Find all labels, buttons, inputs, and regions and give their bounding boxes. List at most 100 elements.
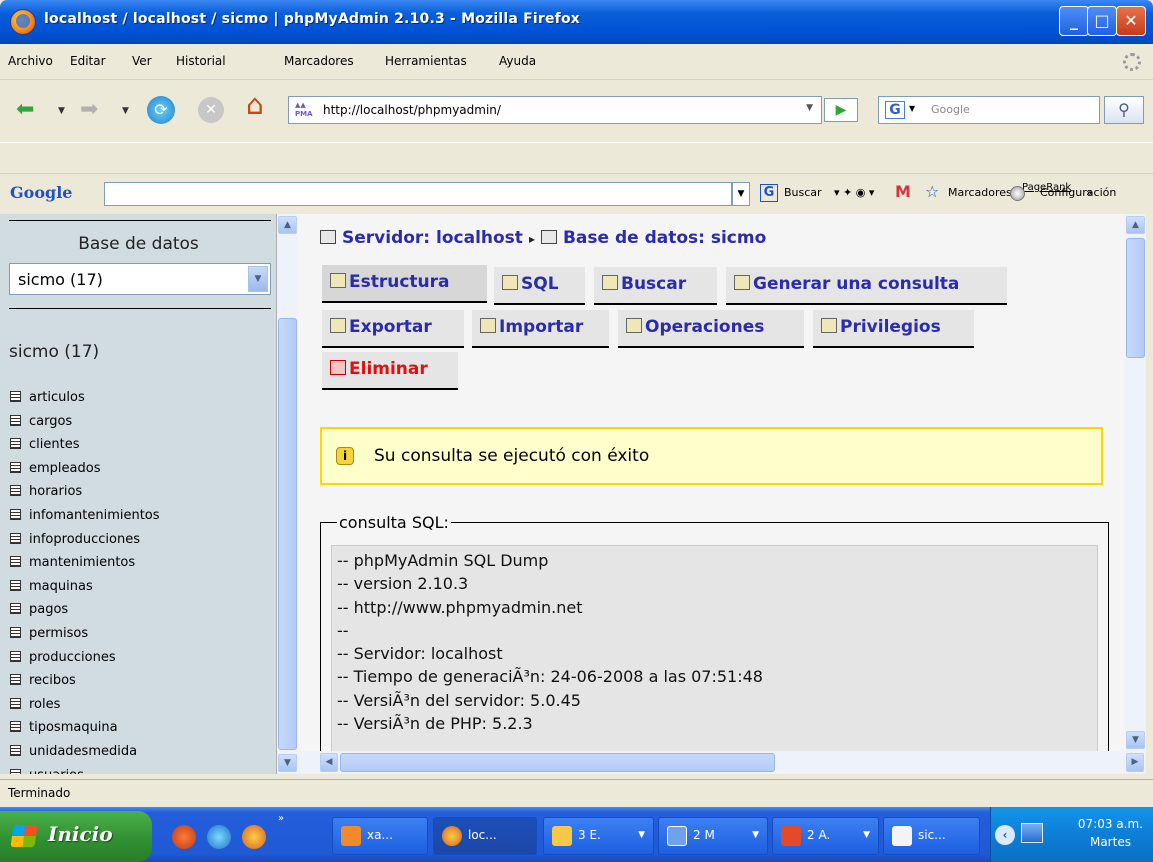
- breadcrumb-database[interactable]: Base de datos: sicmo: [563, 228, 766, 248]
- table-icon[interactable]: [10, 485, 21, 497]
- tab-structure[interactable]: Estructura: [322, 265, 487, 303]
- database-title[interactable]: sicmo (17): [9, 342, 99, 362]
- menu-editar[interactable]: Editar: [70, 54, 106, 68]
- taskbar-item[interactable]: xa...: [332, 817, 428, 855]
- table-link[interactable]: infomantenimientos: [29, 508, 160, 523]
- left-vertical-scrollbar[interactable]: ▲ ▼: [277, 214, 298, 774]
- clock[interactable]: 07:03 a.m. Martes: [1078, 815, 1143, 851]
- tab-label[interactable]: Eliminar: [349, 359, 428, 379]
- url-bar[interactable]: ▲▲ PMA http://localhost/phpmyadmin/ ▼: [288, 96, 822, 124]
- pagerank-indicator[interactable]: PageRank: [1022, 182, 1071, 193]
- close-button[interactable]: ✕: [1116, 6, 1146, 36]
- breadcrumb-server[interactable]: Servidor: localhost: [342, 228, 523, 248]
- network-icon[interactable]: [1021, 823, 1043, 843]
- google-search-input[interactable]: [104, 182, 732, 206]
- list-item[interactable]: pagos: [10, 602, 160, 626]
- group-dropdown-icon[interactable]: ▼: [863, 830, 870, 840]
- list-item[interactable]: clientes: [10, 437, 160, 461]
- scroll-thumb[interactable]: [340, 753, 775, 772]
- reload-icon[interactable]: ⟳: [147, 96, 175, 124]
- scroll-right-icon[interactable]: ▶: [1126, 753, 1144, 772]
- main-vertical-scrollbar[interactable]: ▲ ▼: [1125, 214, 1146, 751]
- menu-ver[interactable]: Ver: [132, 54, 152, 68]
- table-icon[interactable]: [10, 626, 21, 638]
- menu-archivo[interactable]: Archivo: [8, 54, 53, 68]
- google-g-icon[interactable]: G: [760, 184, 778, 202]
- table-icon[interactable]: [10, 556, 21, 568]
- gmail-icon[interactable]: M: [895, 182, 911, 201]
- taskbar-item-label[interactable]: loc...: [468, 828, 497, 842]
- quicklaunch-more-icon[interactable]: »: [278, 813, 284, 824]
- tab-label[interactable]: Privilegios: [840, 317, 941, 337]
- table-link[interactable]: clientes: [29, 437, 79, 452]
- tab-query[interactable]: Generar una consulta: [726, 267, 1007, 305]
- table-icon[interactable]: [10, 461, 21, 473]
- list-item[interactable]: articulos: [10, 390, 160, 414]
- tray-expand-icon[interactable]: ‹: [995, 825, 1015, 845]
- scroll-thumb[interactable]: [1126, 238, 1145, 358]
- table-icon[interactable]: [10, 391, 21, 402]
- google-search-button[interactable]: Buscar: [784, 186, 822, 199]
- tab-sql[interactable]: SQL: [494, 267, 585, 305]
- table-icon[interactable]: [10, 532, 21, 544]
- table-link[interactable]: mantenimientos: [29, 555, 135, 570]
- tab-label[interactable]: Generar una consulta: [753, 274, 959, 294]
- scroll-down-icon[interactable]: ▼: [278, 754, 297, 772]
- table-link[interactable]: roles: [29, 697, 60, 712]
- table-link[interactable]: producciones: [29, 650, 116, 665]
- tab-label[interactable]: Importar: [499, 317, 583, 337]
- taskbar-group[interactable]: 3 E. ▼: [543, 817, 654, 855]
- database-select[interactable]: sicmo (17) ▼: [9, 263, 271, 295]
- table-icon[interactable]: [10, 414, 21, 426]
- database-select-value[interactable]: sicmo (17): [18, 270, 103, 289]
- clock-day[interactable]: Martes: [1078, 833, 1143, 851]
- menu-historial[interactable]: Historial: [176, 54, 226, 68]
- google-search-dropdown[interactable]: ▾ ✦ ◉ ▾: [834, 186, 874, 199]
- list-item[interactable]: maquinas: [10, 579, 160, 603]
- back-arrow-icon[interactable]: ⬅: [16, 98, 34, 122]
- go-button[interactable]: ▶: [824, 98, 858, 122]
- table-link[interactable]: pagos: [29, 602, 68, 617]
- list-item[interactable]: horarios: [10, 484, 160, 508]
- tab-label[interactable]: Exportar: [349, 317, 432, 337]
- scroll-up-icon[interactable]: ▲: [1126, 216, 1145, 234]
- list-item[interactable]: roles: [10, 697, 160, 721]
- table-link[interactable]: empleados: [29, 461, 100, 476]
- list-item[interactable]: cargos: [10, 414, 160, 438]
- tab-label[interactable]: SQL: [521, 274, 559, 294]
- table-icon[interactable]: [10, 744, 21, 756]
- table-icon[interactable]: [10, 697, 21, 709]
- taskbar-group[interactable]: 2 M ▼: [658, 817, 768, 855]
- table-icon[interactable]: [10, 579, 21, 591]
- home-icon[interactable]: ⌂: [246, 91, 264, 119]
- google-engine-icon[interactable]: G: [885, 101, 905, 119]
- scroll-up-icon[interactable]: ▲: [278, 216, 297, 234]
- tab-label[interactable]: Buscar: [621, 274, 686, 294]
- table-link[interactable]: cargos: [29, 414, 72, 429]
- firefox-icon[interactable]: [242, 825, 266, 849]
- list-item[interactable]: infomantenimientos: [10, 508, 160, 532]
- tab-privileges[interactable]: Privilegios: [813, 310, 974, 348]
- menu-ayuda[interactable]: Ayuda: [499, 54, 536, 68]
- taskbar-item-active[interactable]: loc...: [433, 817, 537, 855]
- list-item[interactable]: mantenimientos: [10, 555, 160, 579]
- google-logo[interactable]: Google: [10, 183, 72, 202]
- taskbar-group[interactable]: 2 A. ▼: [772, 817, 879, 855]
- chevron-down-icon[interactable]: ▼: [248, 266, 268, 292]
- list-item[interactable]: permisos: [10, 626, 160, 650]
- table-link[interactable]: articulos: [29, 390, 85, 405]
- taskbar-item-label[interactable]: 2 A.: [807, 828, 830, 842]
- url-text[interactable]: http://localhost/phpmyadmin/: [323, 103, 501, 117]
- taskbar-item-label[interactable]: 3 E.: [578, 828, 601, 842]
- menu-herramientas[interactable]: Herramientas: [385, 54, 467, 68]
- table-icon[interactable]: [10, 438, 21, 450]
- scroll-thumb[interactable]: [278, 318, 297, 750]
- stop-icon[interactable]: ✕: [198, 97, 224, 123]
- search-box[interactable]: G ▼ Google: [878, 96, 1100, 124]
- forward-arrow-icon[interactable]: ➡: [80, 98, 98, 122]
- internet-explorer-icon[interactable]: [207, 825, 231, 849]
- google-search-dropdown-icon[interactable]: ▼: [732, 182, 750, 206]
- taskbar-item-label[interactable]: xa...: [367, 828, 393, 842]
- list-item[interactable]: infoproducciones: [10, 532, 160, 556]
- tab-export[interactable]: Exportar: [322, 310, 464, 348]
